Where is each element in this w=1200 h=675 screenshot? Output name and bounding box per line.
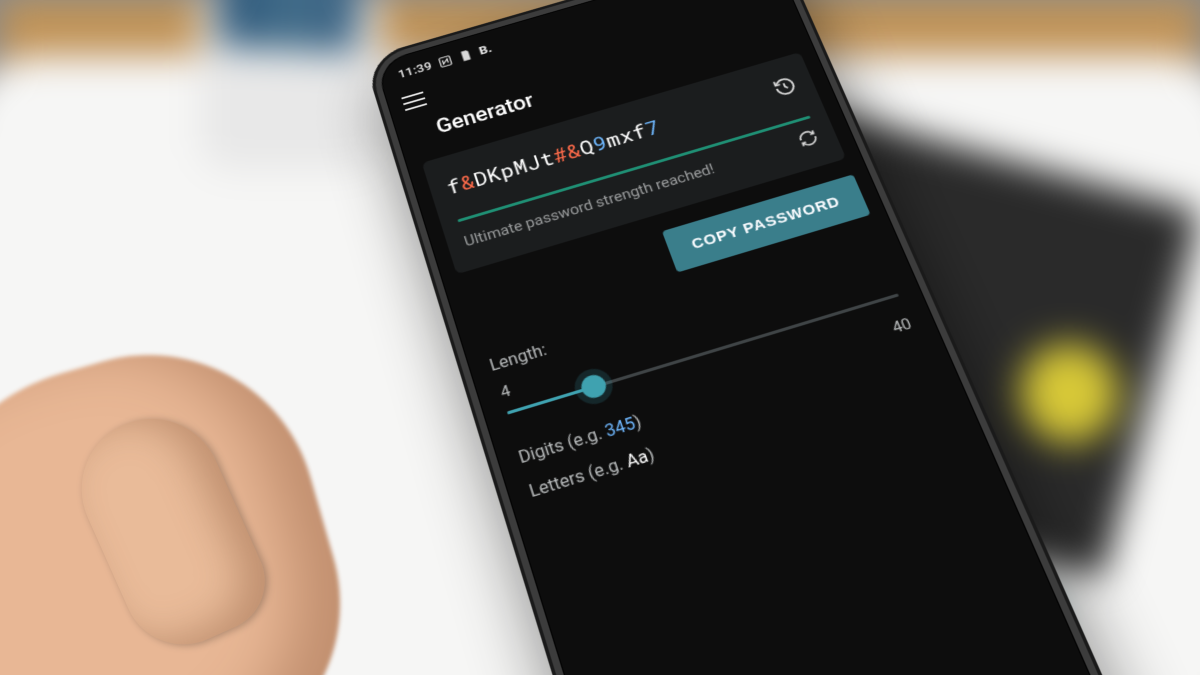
- status-time: 11:39: [396, 59, 433, 81]
- slider-min: 4: [498, 381, 513, 401]
- menu-icon[interactable]: [401, 91, 427, 111]
- brand-icon: B.: [477, 42, 493, 58]
- slider-thumb[interactable]: [579, 372, 610, 401]
- nfc-icon: [437, 54, 454, 69]
- sim-icon: [457, 48, 474, 63]
- history-icon[interactable]: [770, 74, 801, 102]
- regenerate-icon[interactable]: [794, 127, 823, 154]
